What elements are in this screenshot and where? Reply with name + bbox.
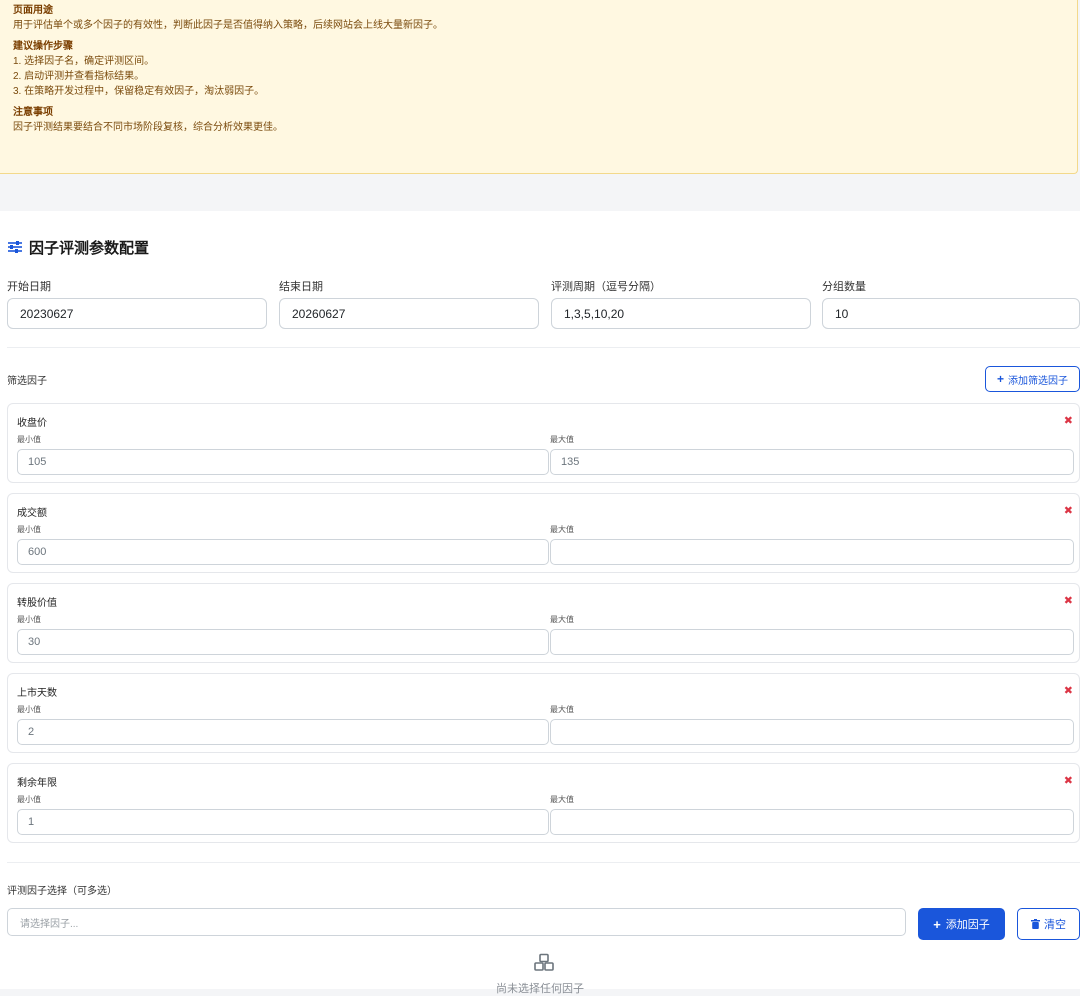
filter-name: 收盘价: [17, 418, 47, 429]
min-label: 最小值: [17, 435, 41, 444]
filter-card: 成交额 最小值 最大值 600 ✖: [7, 493, 1080, 573]
period-label: 评测周期（逗号分隔）: [551, 281, 661, 293]
notice-notes-title: 注意事项: [13, 107, 53, 118]
notice-step-1: 1. 选择因子名，确定评测区间。: [13, 56, 155, 67]
plus-icon: +: [996, 372, 1004, 386]
groups-label: 分组数量: [822, 281, 866, 293]
divider: [7, 862, 1080, 863]
period-input[interactable]: 1,3,5,10,20: [551, 298, 811, 329]
config-title: 因子评测参数配置: [29, 239, 150, 257]
start-date-input[interactable]: 20230627: [7, 298, 267, 329]
filters-label: 筛选因子: [7, 376, 47, 387]
min-input[interactable]: 2: [17, 719, 549, 745]
divider: [7, 347, 1080, 348]
clear-button[interactable]: 清空: [1017, 908, 1080, 940]
max-input[interactable]: [550, 539, 1074, 565]
remove-filter-close-icon[interactable]: ✖: [1064, 686, 1073, 697]
min-input[interactable]: 600: [17, 539, 549, 565]
filter-card: 收盘价 最小值 最大值 105 135 ✖: [7, 403, 1080, 483]
plus-icon: +: [933, 916, 941, 932]
filter-card: 转股价值 最小值 最大值 30 ✖: [7, 583, 1080, 663]
clear-label: 清空: [1044, 919, 1066, 931]
max-input[interactable]: [550, 629, 1074, 655]
min-label: 最小值: [17, 795, 41, 804]
notice-purpose-title: 页面用途: [13, 5, 53, 16]
filter-card: 上市天数 最小值 最大值 2 ✖: [7, 673, 1080, 753]
min-label: 最小值: [17, 615, 41, 624]
notice-notes-text: 因子评测结果要结合不同市场阶段复核，综合分析效果更佳。: [13, 122, 283, 133]
empty-state-text: 尚未选择任何因子: [496, 983, 584, 995]
add-factor-button[interactable]: + 添加因子: [918, 908, 1005, 940]
start-date-label: 开始日期: [7, 281, 51, 293]
min-input[interactable]: 30: [17, 629, 549, 655]
section-title: 因子评测参数配置: [7, 237, 149, 257]
filter-name: 上市天数: [17, 688, 57, 699]
end-date-label: 结束日期: [279, 281, 323, 293]
usage-notice: 页面用途 用于评估单个或多个因子的有效性，判断此因子是否值得纳入策略，后续网站会…: [0, 0, 1078, 174]
filter-name: 转股价值: [17, 598, 57, 609]
max-input[interactable]: 135: [550, 449, 1074, 475]
remove-filter-close-icon[interactable]: ✖: [1064, 416, 1073, 427]
remove-filter-close-icon[interactable]: ✖: [1064, 776, 1073, 787]
filter-card: 剩余年限 最小值 最大值 1 ✖: [7, 763, 1080, 843]
max-label: 最大值: [550, 525, 574, 534]
groups-input[interactable]: 10: [822, 298, 1080, 329]
trash-icon: [1031, 919, 1040, 929]
add-factor-label: 添加因子: [945, 919, 990, 931]
notice-purpose-text: 用于评估单个或多个因子的有效性，判断此因子是否值得纳入策略，后续网站会上线大量新…: [13, 20, 443, 31]
filter-name: 成交额: [17, 508, 47, 519]
notice-steps-title: 建议操作步骤: [13, 41, 73, 52]
max-input[interactable]: [550, 719, 1074, 745]
min-label: 最小值: [17, 705, 41, 714]
min-input[interactable]: 105: [17, 449, 549, 475]
max-label: 最大值: [550, 435, 574, 444]
remove-filter-close-icon[interactable]: ✖: [1064, 506, 1073, 517]
max-label: 最大值: [550, 615, 574, 624]
max-label: 最大值: [550, 795, 574, 804]
remove-filter-close-icon[interactable]: ✖: [1064, 596, 1073, 607]
end-date-input[interactable]: 20260627: [279, 298, 539, 329]
notice-step-2: 2. 启动评测并查看指标结果。: [13, 71, 145, 82]
add-filter-button[interactable]: + 添加筛选因子: [985, 366, 1080, 392]
filter-name: 剩余年限: [17, 778, 57, 789]
min-label: 最小值: [17, 525, 41, 534]
factor-select-label: 评测因子选择（可多选）: [7, 886, 117, 897]
sliders-icon: [8, 241, 22, 253]
max-label: 最大值: [550, 705, 574, 714]
add-filter-label: 添加筛选因子: [1008, 375, 1068, 387]
factor-search-input[interactable]: 请选择因子...: [7, 908, 906, 936]
min-input[interactable]: 1: [17, 809, 549, 835]
notice-step-3: 3. 在策略开发过程中，保留稳定有效因子，淘汰弱因子。: [13, 86, 265, 97]
max-input[interactable]: [550, 809, 1074, 835]
cubes-icon: [534, 953, 554, 971]
